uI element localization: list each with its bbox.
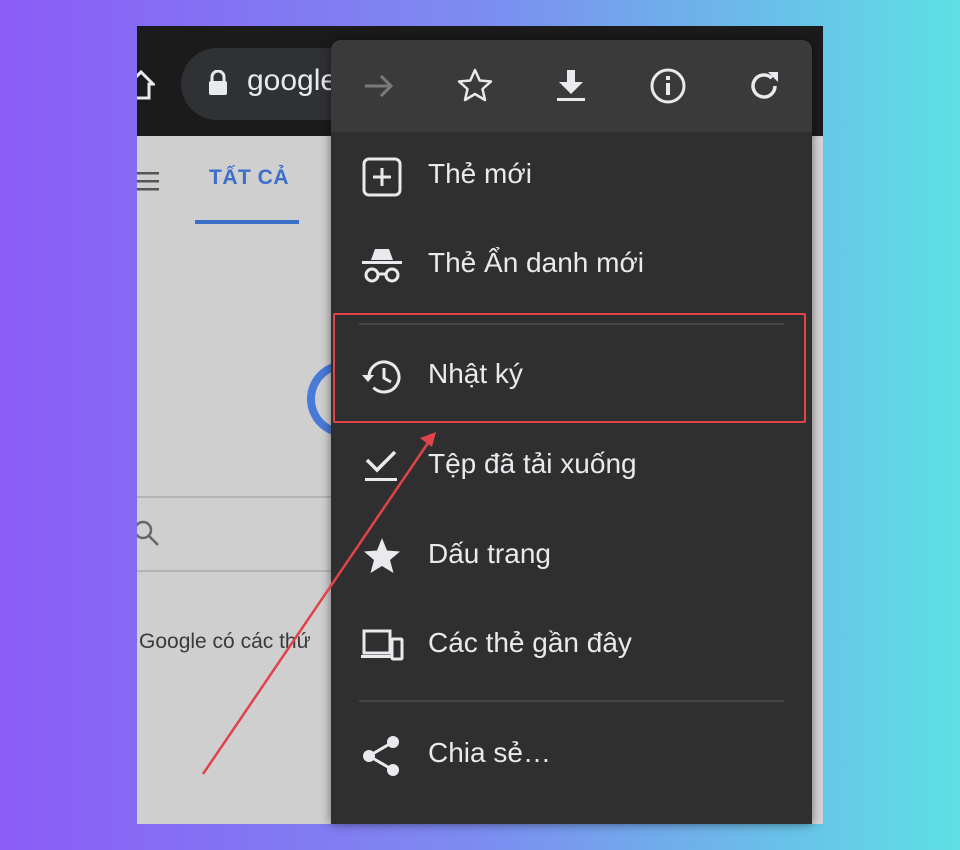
downloads-icon — [365, 450, 397, 481]
recent-tabs-icon — [361, 629, 404, 661]
url-text: google — [247, 64, 338, 97]
divider — [137, 496, 337, 498]
menu-item-label: Thẻ mới — [428, 158, 532, 189]
tab-active-indicator — [195, 220, 299, 224]
menu-item-label: Tệp đã tải xuống — [428, 448, 637, 479]
menu-item-share[interactable]: Chia sẻ… — [331, 713, 812, 801]
info-icon[interactable] — [648, 66, 688, 106]
menu-item-label: Chia sẻ… — [428, 737, 551, 768]
divider — [137, 570, 337, 572]
bookmark-star-icon[interactable] — [455, 66, 495, 106]
reload-icon[interactable] — [744, 66, 784, 106]
lock-icon — [209, 70, 227, 95]
menu-item-label: Dấu trang — [428, 538, 551, 569]
share-icon — [363, 736, 399, 776]
menu-item-label: Thẻ Ẩn danh mới — [428, 247, 645, 278]
menu-item-incognito-tab[interactable]: Thẻ Ẩn danh mới — [331, 223, 812, 311]
menu-item-downloads[interactable]: Tệp đã tải xuống — [331, 424, 812, 512]
search-icon[interactable] — [137, 518, 161, 548]
overflow-menu: Thẻ mới Thẻ Ẩn danh mới Nhật ký Tệp đã t… — [331, 40, 812, 824]
bookmarks-icon — [364, 538, 400, 573]
menu-item-new-tab[interactable]: Thẻ mới — [331, 134, 812, 222]
history-highlight-box — [333, 313, 806, 423]
menu-item-recent-tabs[interactable]: Các thẻ gần đây — [331, 603, 812, 691]
menu-item-label: Các thẻ gần đây — [428, 627, 632, 658]
menu-divider — [359, 700, 784, 702]
new-tab-icon — [362, 157, 402, 197]
scrollbar[interactable] — [812, 138, 822, 824]
tab-all[interactable]: TẤT CẢ — [209, 166, 289, 190]
incognito-icon — [362, 249, 402, 283]
menu-item-bookmarks[interactable]: Dấu trang — [331, 514, 812, 602]
home-icon[interactable] — [137, 68, 155, 102]
download-icon[interactable] — [551, 66, 591, 106]
forward-icon[interactable] — [359, 66, 399, 106]
hamburger-menu-icon[interactable] — [137, 170, 159, 192]
result-snippet: Google có các thứ — [139, 630, 311, 653]
menu-toolbar — [331, 40, 812, 132]
